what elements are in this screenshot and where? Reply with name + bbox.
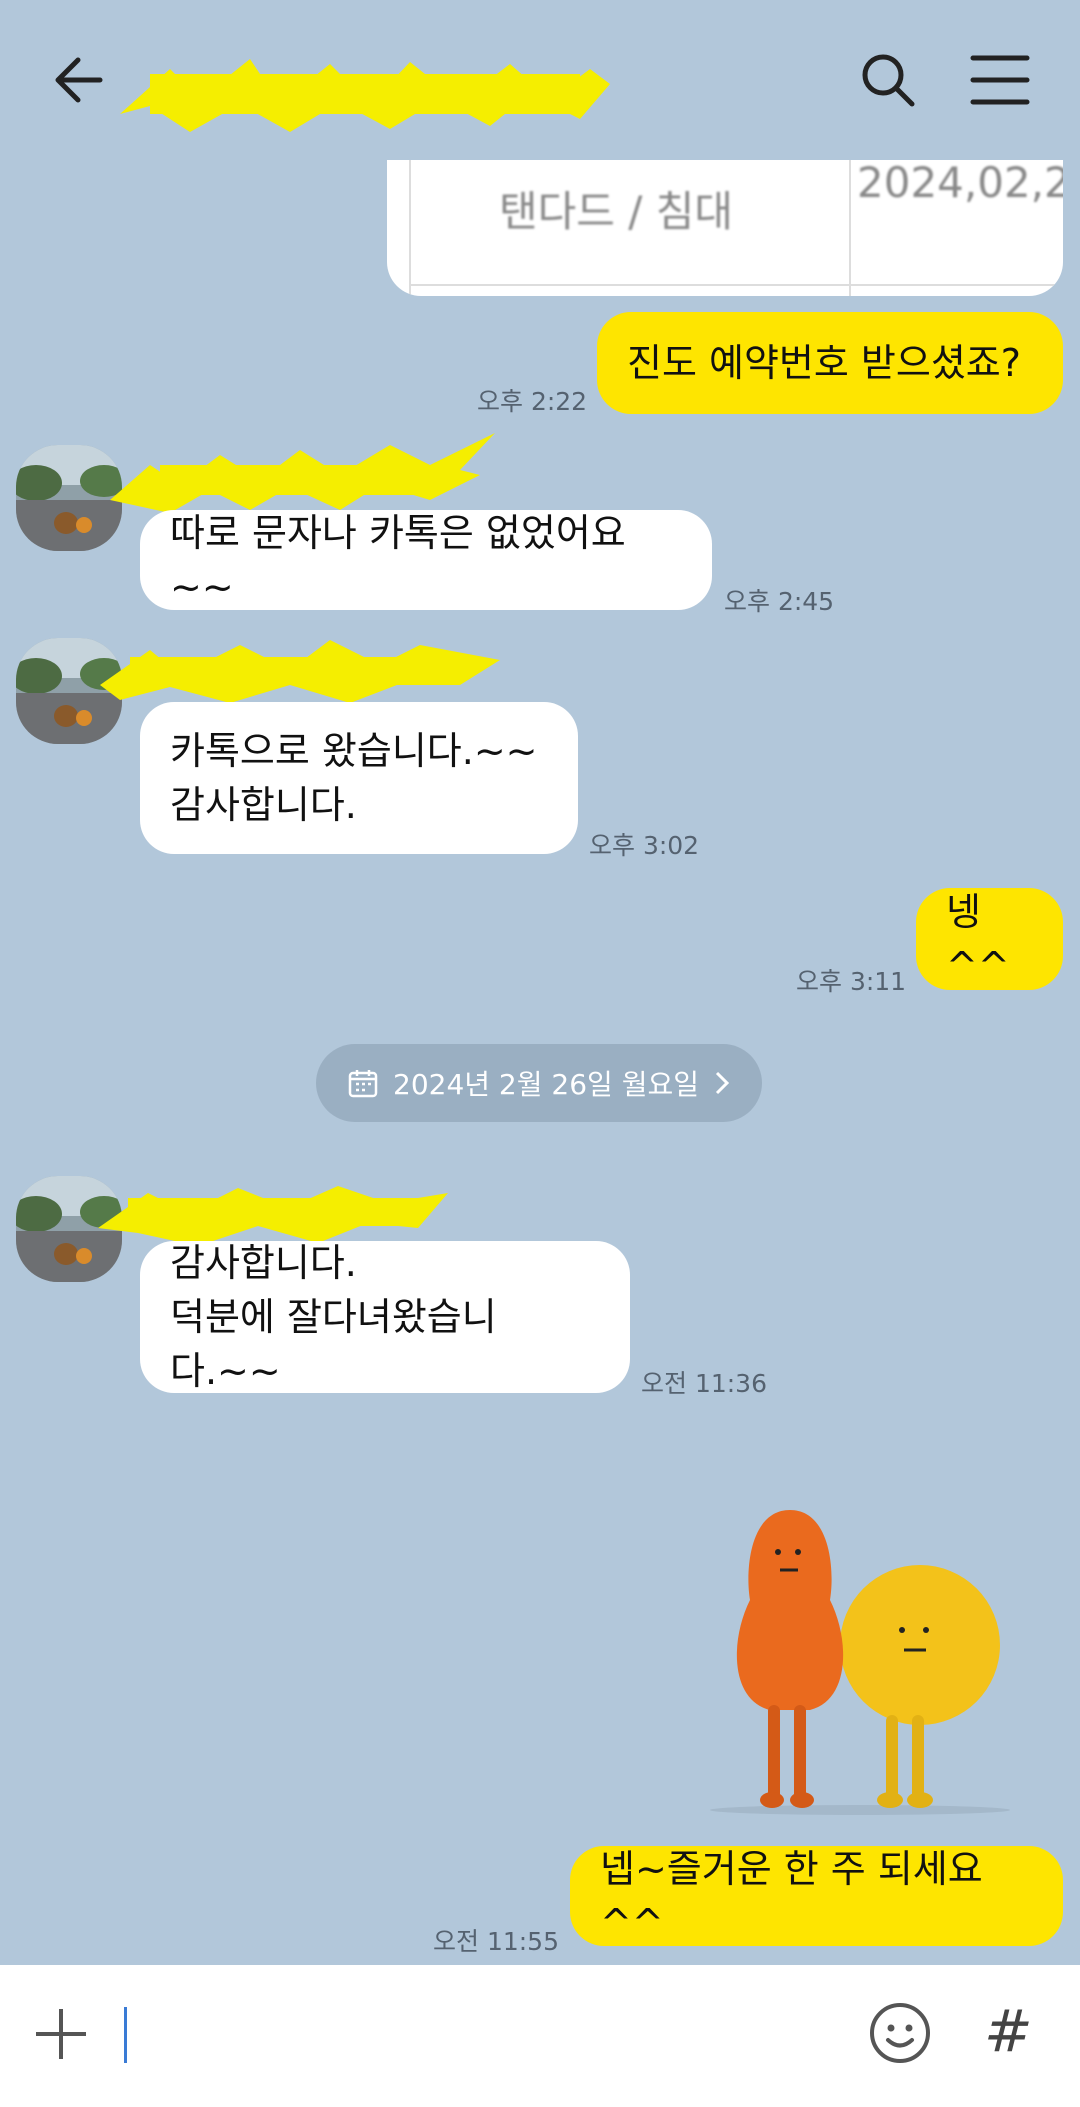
their-message-bubble[interactable]: 감사합니다. 덕분에 잘다녀왔습니다.~~	[140, 1241, 630, 1393]
arrow-left-icon	[55, 57, 103, 103]
hamburger-menu-icon	[970, 55, 1030, 105]
card-cell-divider	[849, 160, 851, 296]
message-input-bar: #	[0, 1965, 1080, 2107]
back-button[interactable]	[50, 50, 110, 110]
message-time: 오전 11:55	[433, 1927, 559, 1956]
attach-button[interactable]	[34, 2007, 88, 2061]
message-time: 오후 3:02	[589, 831, 700, 860]
my-message-bubble[interactable]: 넵~즐거운 한 주 되세요^^	[570, 1846, 1063, 1946]
card-cell-right: 2024,02,2	[857, 160, 1063, 207]
plus-icon	[36, 2009, 86, 2059]
message-time: 오전 11:36	[641, 1369, 767, 1398]
emoticon-sticker[interactable]	[690, 1480, 1050, 1820]
message-time: 오후 2:45	[724, 587, 835, 616]
message-input[interactable]	[118, 1995, 838, 2075]
card-cell-divider	[387, 160, 411, 296]
redaction-scribble	[110, 433, 495, 513]
chat-header	[0, 0, 1080, 160]
menu-button[interactable]	[970, 52, 1030, 108]
hashtag-button[interactable]: #	[984, 1997, 1044, 2067]
message-time: 오후 2:22	[477, 387, 588, 416]
text-cursor	[124, 2007, 127, 2063]
emoji-icon	[870, 2003, 930, 2063]
emoji-button[interactable]	[868, 2001, 932, 2065]
their-message-bubble[interactable]: 따로 문자나 카톡은 없었어요~~	[140, 510, 712, 610]
chat-title-area[interactable]	[120, 50, 620, 132]
date-divider[interactable]: 2024년 2월 26일 월요일	[316, 1044, 762, 1122]
my-message-bubble[interactable]: 넹^^	[916, 888, 1063, 990]
their-message-bubble[interactable]: 카톡으로 왔습니다.~~ 감사합니다.	[140, 702, 578, 854]
message-time: 오후 3:11	[796, 967, 907, 996]
search-icon	[862, 54, 915, 107]
shared-card-message[interactable]: 탠다드 / 침대 2024,02,2	[387, 160, 1063, 296]
card-cell-left: 탠다드 / 침대	[499, 187, 734, 236]
redaction-scribble	[120, 59, 610, 132]
chevron-right-icon	[715, 1071, 730, 1095]
search-button[interactable]	[858, 50, 918, 110]
date-label: 2024년 2월 26일 월요일	[393, 1068, 699, 1101]
my-message-bubble[interactable]: 진도 예약번호 받으셨죠?	[597, 312, 1063, 414]
card-row-divider	[411, 284, 1063, 286]
calendar-icon	[348, 1070, 378, 1098]
